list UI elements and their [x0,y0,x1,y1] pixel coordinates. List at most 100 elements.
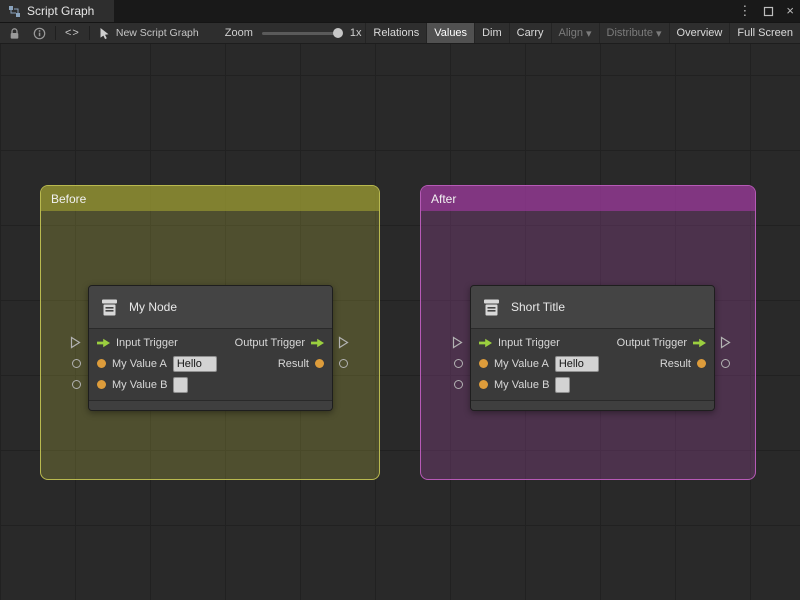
button-label: Overview [676,27,723,39]
value-b-port[interactable]: My Value B [97,376,189,393]
port-label: Result [659,357,691,370]
external-value-port-icon[interactable] [72,380,81,389]
port-row: My Value B [471,374,714,395]
value-port-icon [479,380,488,389]
menu-icon[interactable]: ⋮ [738,0,751,22]
carry-button[interactable]: Carry [508,23,551,43]
toolbar-separator [88,26,90,40]
node-body: Input Trigger Output Trigger My Value A … [89,329,332,400]
value-b-input[interactable] [555,376,571,393]
input-trigger-port[interactable]: Input Trigger [97,337,178,349]
output-trigger-port[interactable]: Output Trigger [235,337,324,349]
node-my-node[interactable]: My Node Input Trigger Output Trigger My … [88,285,333,411]
value-b-port[interactable]: My Value B [479,376,571,393]
lock-icon[interactable] [8,27,21,40]
title-bar: Script Graph ⋮ × [0,0,800,22]
external-flow-port-icon[interactable] [452,336,463,354]
button-label: Distribute [606,27,653,39]
output-trigger-port[interactable]: Output Trigger [617,337,706,349]
port-row: Input Trigger Output Trigger [471,332,714,353]
toolbar-buttons: Relations Values Dim Carry Align ▾ Distr… [365,23,800,43]
node-title: Short Title [511,300,566,314]
flow-in-icon [479,338,492,348]
port-label: Input Trigger [116,336,178,349]
external-value-port-icon[interactable] [339,359,348,368]
port-label: My Value A [112,357,167,370]
fullscreen-button[interactable]: Full Screen [729,23,800,43]
value-a-input[interactable] [172,355,217,372]
chevron-down-icon: ▾ [655,27,662,40]
external-value-port-icon[interactable] [72,359,81,368]
info-icon[interactable] [33,27,46,40]
close-icon[interactable]: × [786,0,794,22]
group-before-header[interactable]: Before [41,186,379,211]
chevron-down-icon: ▾ [585,27,592,40]
value-a-port[interactable]: My Value A [97,355,217,372]
value-b-input[interactable] [173,376,189,393]
distribute-dropdown[interactable]: Distribute ▾ [598,23,669,43]
value-port-icon [315,359,324,368]
pointer-icon [99,27,111,40]
graph-breadcrumb[interactable]: New Script Graph [116,27,199,39]
external-flow-port-icon[interactable] [338,336,349,354]
value-a-port[interactable]: My Value A [479,355,599,372]
toolbar-separator [55,26,56,40]
port-row: My Value A Result [89,353,332,374]
value-port-icon [697,359,706,368]
node-short-title[interactable]: Short Title Input Trigger Output Trigger [470,285,715,411]
node-header[interactable]: My Node [89,286,332,329]
value-port-icon [479,359,488,368]
flow-out-icon [311,338,324,348]
zoom-slider[interactable] [261,27,343,38]
zoom-slider-knob[interactable] [332,27,343,38]
port-label: My Value A [494,357,549,370]
port-label: Output Trigger [616,336,687,349]
node-footer [471,400,714,410]
value-a-input[interactable] [554,355,599,372]
group-title: Before [51,191,87,206]
window-controls: ⋮ × [738,0,794,22]
node-footer [89,400,332,410]
node-header[interactable]: Short Title [471,286,714,329]
button-label: Align [558,27,583,39]
group-after-header[interactable]: After [421,186,755,211]
external-flow-port-icon[interactable] [720,336,731,354]
port-label: My Value B [494,378,550,391]
input-trigger-port[interactable]: Input Trigger [479,337,560,349]
result-port[interactable]: Result [278,358,324,370]
result-port[interactable]: Result [660,358,706,370]
port-label: Input Trigger [498,336,560,349]
zoom-value: 1x [349,27,362,39]
port-row: My Value A Result [471,353,714,374]
relations-button[interactable]: Relations [365,23,426,43]
values-button[interactable]: Values [426,23,475,43]
external-value-port-icon[interactable] [454,359,463,368]
port-row: Input Trigger Output Trigger [89,332,332,353]
value-port-icon [97,380,106,389]
unit-icon [99,297,120,318]
button-label: Carry [516,27,544,39]
tab-title: Script Graph [27,4,95,18]
dim-button[interactable]: Dim [474,23,509,43]
external-value-port-icon[interactable] [454,380,463,389]
align-dropdown[interactable]: Align ▾ [550,23,599,43]
external-value-port-icon[interactable] [721,359,730,368]
graph-canvas[interactable]: Before After My Node Input Trigger Outpu… [0,44,800,600]
code-icon[interactable]: <> [65,27,80,39]
overview-button[interactable]: Overview [668,23,730,43]
port-label: Output Trigger [234,336,305,349]
flow-in-icon [97,338,110,348]
port-label: My Value B [112,378,168,391]
button-label: Values [434,27,468,39]
value-port-icon [97,359,106,368]
unit-icon [481,297,502,318]
node-title: My Node [129,300,178,314]
external-flow-port-icon[interactable] [70,336,81,354]
tab-script-graph[interactable]: Script Graph [0,0,114,22]
maximize-icon[interactable] [763,6,774,17]
button-label: Dim [482,27,502,39]
button-label: Relations [373,27,420,39]
zoom-label: Zoom [224,27,253,39]
script-graph-icon [8,5,21,18]
graph-toolbar: <> New Script Graph Zoom 1x Relations Va… [0,22,800,44]
